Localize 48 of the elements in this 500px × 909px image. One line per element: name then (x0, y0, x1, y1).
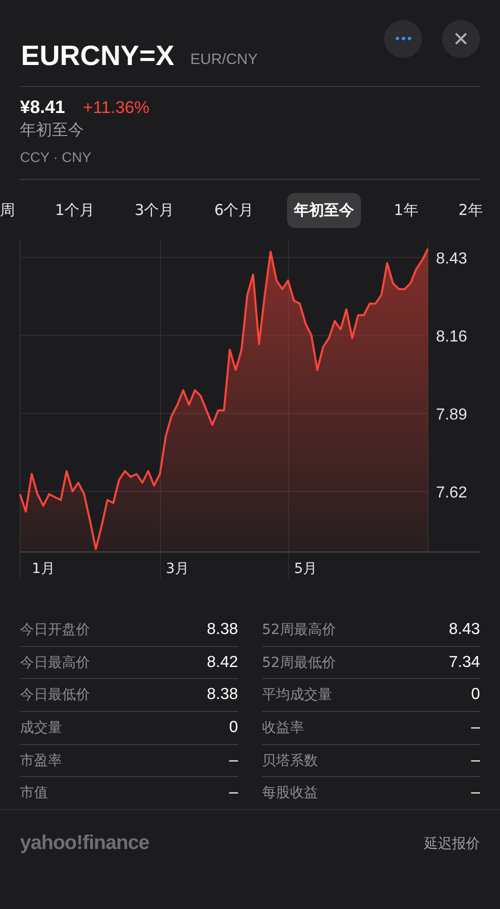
stat-value: – (471, 718, 480, 737)
x-axis-label: 3月 (166, 561, 189, 577)
stat-label: 今日开盘价 (20, 620, 90, 639)
stat-value: 8.38 (206, 620, 238, 639)
stat-value: 0 (229, 718, 238, 737)
y-axis-label: 8.16 (436, 328, 468, 346)
range-tab[interactable]: 1年 (386, 192, 426, 228)
stat-label: 市盈率 (20, 752, 62, 770)
stat-value: 8.38 (206, 686, 238, 704)
stat-value: – (229, 784, 238, 802)
stat-value: – (229, 752, 238, 770)
y-axis-label: 7.89 (436, 406, 468, 424)
range-tab[interactable]: 3个月 (128, 192, 182, 228)
stat-label: 每股收益 (262, 784, 318, 802)
stat-value: 8.43 (448, 620, 480, 639)
range-tab[interactable]: 1个月 (48, 192, 102, 228)
y-axis-label: 8.43 (436, 250, 468, 268)
more-button[interactable]: ••• (384, 20, 422, 58)
stat-value: 0 (471, 686, 480, 704)
stat-label: 成交量 (20, 718, 62, 737)
y-axis-label: 7.62 (436, 484, 468, 502)
range-tab[interactable]: 年初至今 (286, 192, 361, 228)
delay-note: 延迟报价 (424, 834, 480, 852)
stat-value: 7.34 (448, 654, 480, 672)
stat-value: – (471, 784, 480, 802)
stat-value: – (471, 752, 480, 770)
close-button[interactable]: ✕ (442, 20, 480, 58)
range-tab[interactable]: 周 (0, 192, 22, 228)
stat-label: 贝塔系数 (262, 752, 318, 770)
logo: yahoo!finance (20, 832, 150, 855)
stat-value: 8.42 (206, 654, 238, 672)
stat-label: 收益率 (262, 718, 304, 737)
range-tab[interactable]: 6个月 (207, 192, 261, 228)
price-change: +11.36% (83, 98, 150, 118)
stat-label: 市值 (20, 784, 48, 802)
x-axis-label: 5月 (294, 561, 318, 577)
stat-label: 52周最高价 (262, 620, 336, 639)
stat-label: 今日最高价 (20, 654, 90, 672)
currency-pair: EUR/CNY (190, 51, 258, 68)
x-axis-label: 1月 (32, 561, 55, 577)
stat-label: 今日最低价 (20, 686, 90, 704)
period-label: 年初至今 (20, 120, 85, 141)
stat-label: 52周最低价 (262, 654, 336, 672)
stat-label: 平均成交量 (262, 686, 332, 704)
exchange-label: CCY · CNY (20, 149, 92, 165)
ticker-symbol: EURCNY=X (21, 40, 174, 72)
range-tab[interactable]: 2年 (451, 192, 490, 228)
price: ¥8.41 (20, 97, 66, 118)
